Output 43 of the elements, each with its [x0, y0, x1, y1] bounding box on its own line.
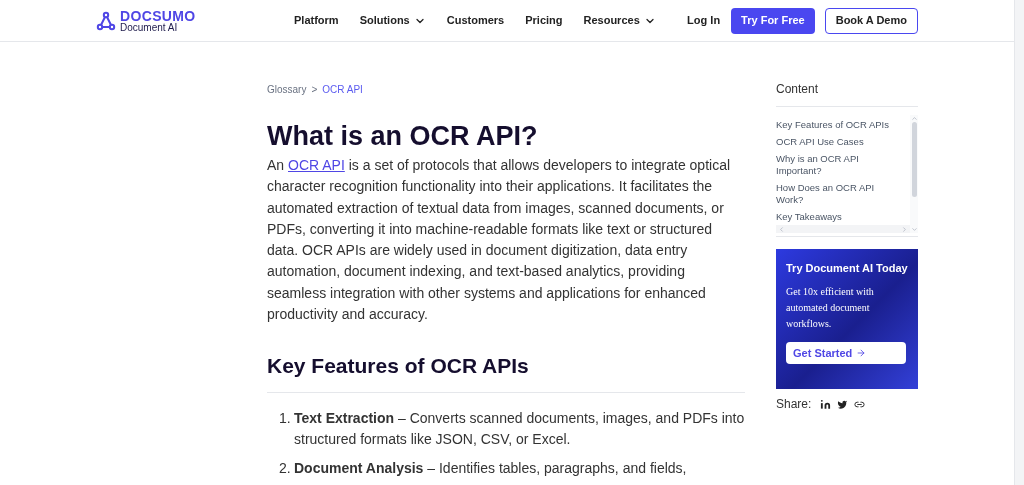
toc-link[interactable]: Key Takeaways	[776, 211, 900, 223]
scrollbar-thumb[interactable]	[911, 122, 917, 197]
login-link[interactable]: Log In	[687, 12, 721, 29]
page-scrollbar[interactable]	[1014, 0, 1024, 485]
breadcrumb-link[interactable]: OCR API	[322, 82, 363, 97]
toc-link[interactable]: Key Features of OCR APIs	[776, 119, 900, 131]
vertical-scrollbar[interactable]	[910, 115, 918, 233]
nav-link[interactable]: Customers	[446, 12, 505, 29]
list-number: 1.	[279, 409, 292, 429]
promo-text: Get 10x efficient with automated document workflows.	[786, 285, 875, 331]
scroll-left-icon	[778, 225, 785, 233]
promo-title: Try Document AI Today	[786, 261, 908, 275]
arrow-right-icon	[856, 348, 867, 358]
scroll-up-icon	[910, 115, 918, 122]
list-number: 2.	[279, 459, 292, 479]
logo-name[interactable]: DOCSUMO	[120, 8, 196, 23]
feature-text: Text Extraction – Converts scanned documents, images, and PDFs into structured formats like JSON, CSV, or Excel.	[294, 409, 745, 450]
toc-heading: Content	[776, 80, 918, 107]
breadcrumb-separator: >	[311, 83, 318, 97]
get-started-button[interactable]: Get Started	[786, 342, 906, 364]
logo-tagline: Document AI	[120, 22, 179, 33]
breadcrumb-link[interactable]: Glossary	[267, 82, 307, 97]
scroll-right-icon	[901, 225, 908, 233]
share-label: Share:	[776, 396, 812, 413]
book-demo-button[interactable]: Book A Demo	[824, 7, 918, 34]
nav-link[interactable]: Platform	[294, 12, 339, 29]
ocr-api-link[interactable]: OCR API	[288, 157, 345, 173]
section-heading: Key Features of OCR APIs	[267, 352, 745, 394]
feature-text: Document Analysis – Identifies tables, paragraphs, and fields,	[294, 459, 687, 479]
logo-icon	[96, 10, 116, 31]
nav-link[interactable]: Resources	[583, 12, 656, 29]
nav-link[interactable]: Pricing	[525, 12, 563, 29]
nav-link[interactable]: Solutions	[359, 12, 426, 29]
intro-paragraph: An OCR API is a set of protocols that allows developers to integrate optical character recognition functionality into their applications. It facilitates the automated extraction of textual data from images, scanned documents, or PDFs, converting it into machine-readable formats like text or structured data. OCR APIs are widely used in document digitization, data entry automation, document indexing, and text-based analytics, providing seamless integration with other systems and applications for enhanced productivity and accuracy.	[267, 156, 732, 325]
toc-link[interactable]: Why is an OCR API Important?	[776, 153, 900, 177]
scroll-down-icon	[910, 226, 918, 233]
linkedin-icon[interactable]	[820, 398, 832, 410]
try-free-button[interactable]: Try For Free	[731, 7, 815, 34]
page-title: What is an OCR API?	[267, 120, 539, 153]
toc-link[interactable]: How Does an OCR API Work?	[776, 182, 900, 206]
horizontal-scrollbar[interactable]	[776, 225, 910, 233]
toc-link[interactable]: OCR API Use Cases	[776, 136, 900, 148]
bird-icon[interactable]	[837, 398, 849, 410]
